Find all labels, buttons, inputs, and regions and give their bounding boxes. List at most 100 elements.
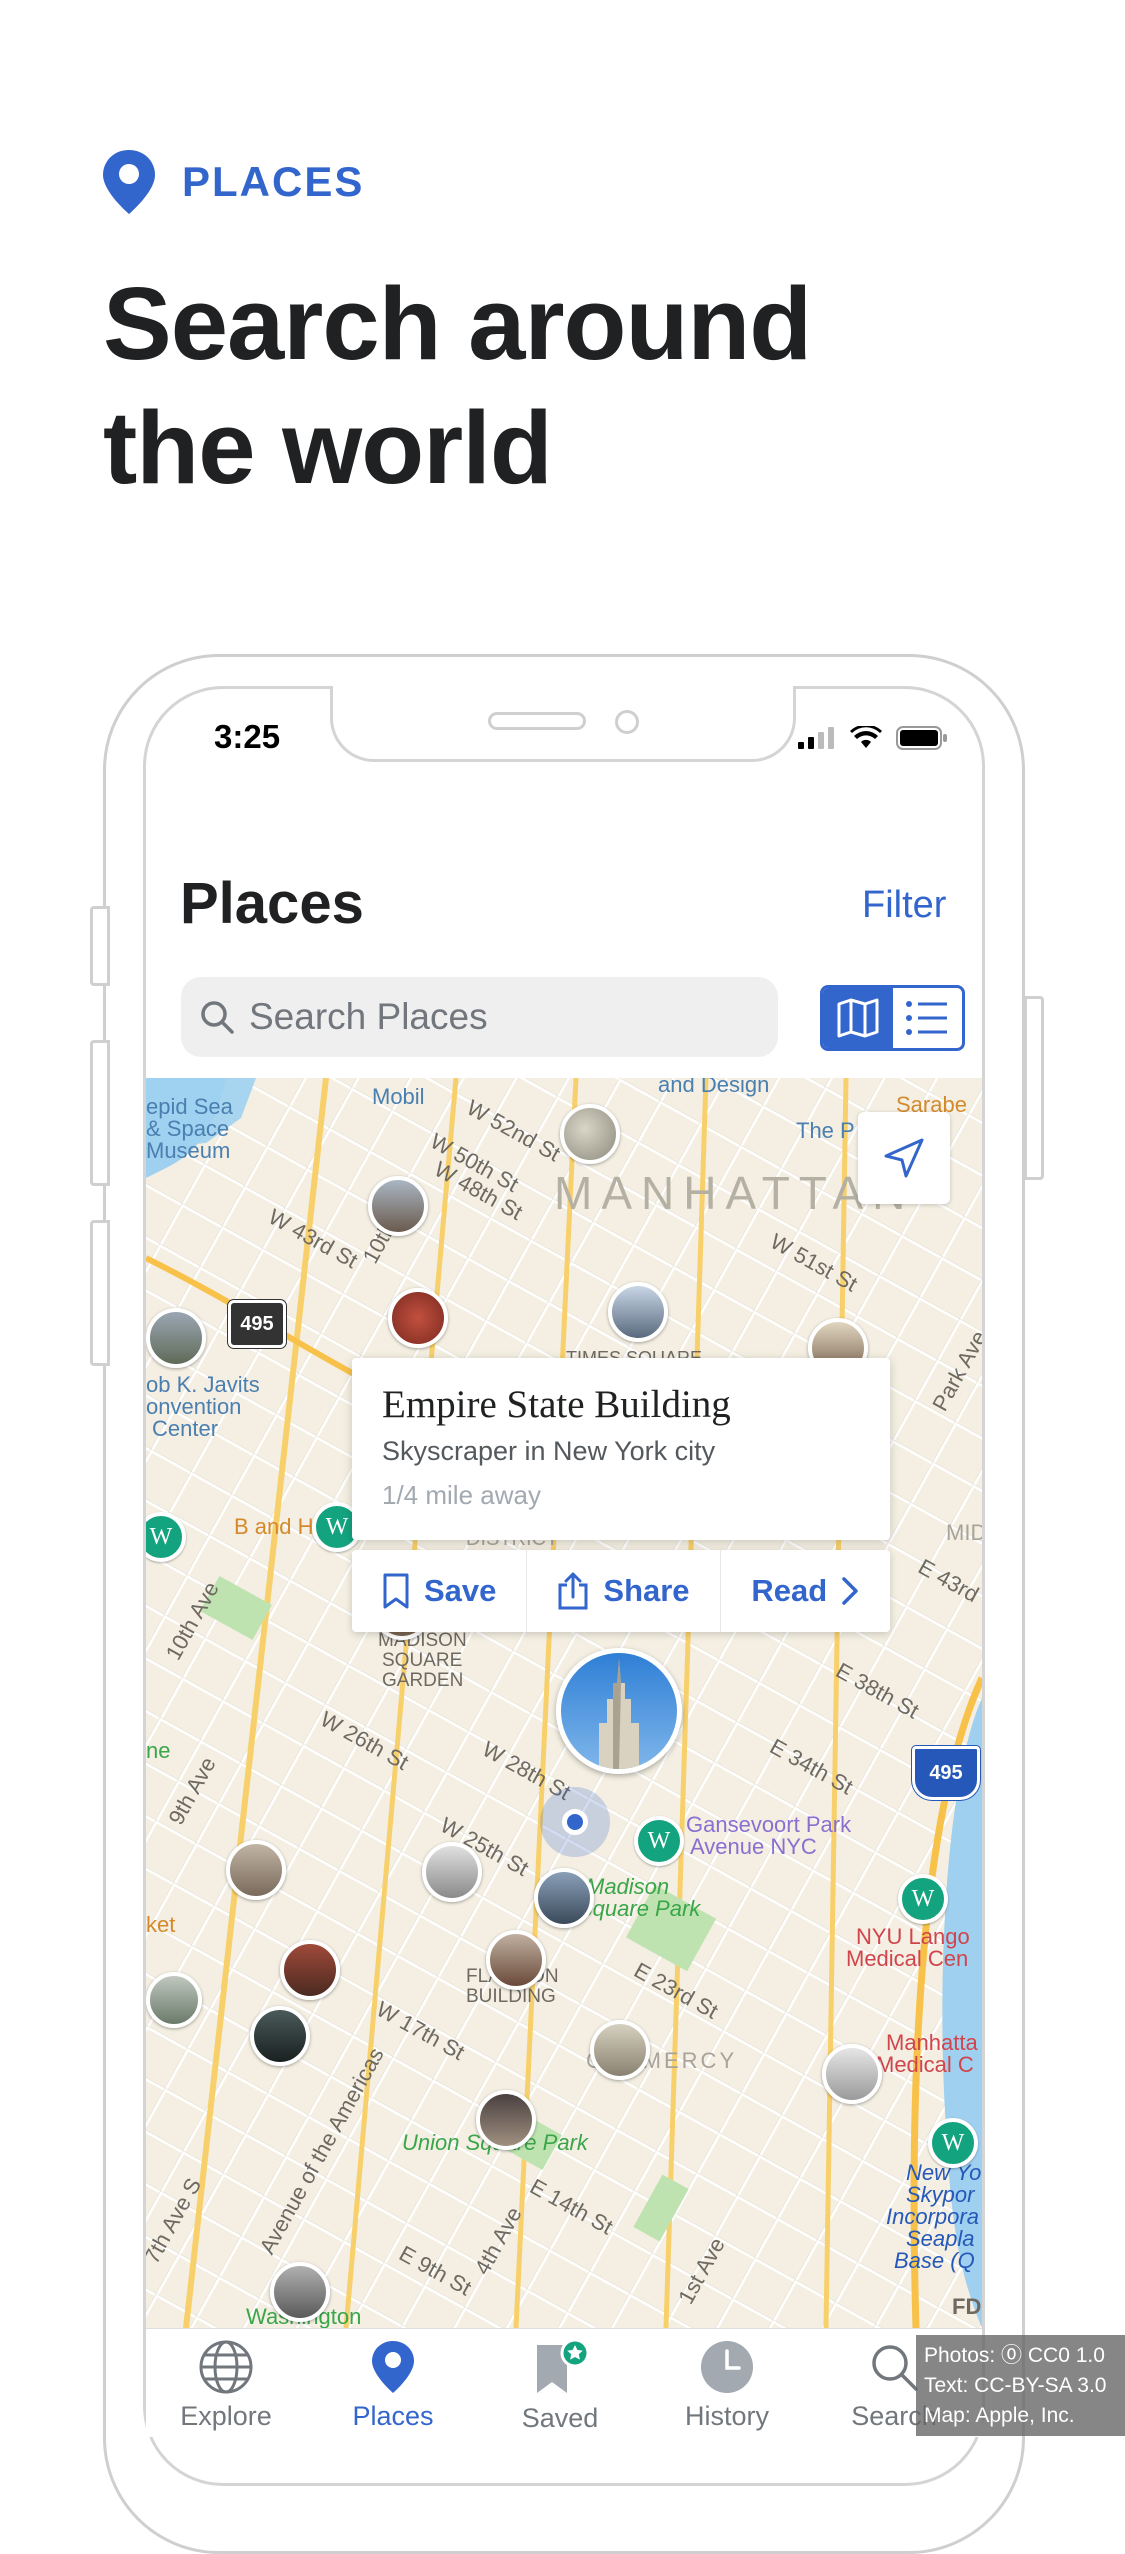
hero-eyebrow-label: PLACES xyxy=(182,158,365,205)
map-pin-icon xyxy=(100,148,158,216)
interstate-495-shield: 495 xyxy=(912,1746,980,1800)
bookmark-icon xyxy=(383,1573,409,1609)
search-bar[interactable] xyxy=(181,977,778,1057)
tab-places[interactable]: Places xyxy=(313,2339,473,2432)
share-icon xyxy=(558,1572,588,1610)
hero-title: Search around the world xyxy=(103,262,812,510)
volume-up-button xyxy=(90,1040,110,1186)
place-photo-pin[interactable] xyxy=(476,2090,536,2150)
selected-place-pin[interactable] xyxy=(556,1648,682,1774)
place-photo-pin[interactable] xyxy=(822,2044,882,2104)
place-description: Skyscraper in New York city xyxy=(382,1436,716,1466)
place-photo-pin[interactable] xyxy=(422,1842,482,1902)
user-location-dot xyxy=(540,1787,610,1857)
map-label: Square Park xyxy=(578,1896,701,1921)
filter-button[interactable]: Filter xyxy=(862,884,946,927)
photo-credit: Photos: ⓪ CC0 1.0 xyxy=(924,2344,1105,2367)
search-icon xyxy=(201,1001,234,1034)
route-495-shield: 495 xyxy=(228,1300,286,1348)
wikipedia-pin[interactable]: W xyxy=(928,2118,978,2168)
map-label: ne xyxy=(146,1738,171,1763)
view-toggle[interactable] xyxy=(820,985,965,1051)
tab-saved[interactable]: Saved xyxy=(480,2339,640,2434)
place-photo-pin[interactable] xyxy=(388,1288,448,1348)
share-button[interactable]: Share xyxy=(527,1550,721,1632)
place-photo-pin[interactable] xyxy=(250,2006,310,2066)
globe-icon xyxy=(199,2340,253,2394)
clock-icon xyxy=(701,2341,753,2393)
power-button xyxy=(1024,996,1044,1180)
map-pin-icon xyxy=(372,2341,414,2393)
place-title: Empire State Building xyxy=(382,1383,731,1426)
tab-label: Explore xyxy=(180,2401,272,2431)
map-icon xyxy=(837,998,879,1038)
save-label: Save xyxy=(423,1573,497,1608)
map-label: Base (Q xyxy=(894,2248,975,2273)
status-time: 3:25 xyxy=(214,718,281,755)
page-title: Places xyxy=(180,871,364,936)
place-photo-pin[interactable] xyxy=(368,1176,428,1236)
hero-title-line1: Search around xyxy=(103,266,812,381)
read-label: Read xyxy=(751,1573,828,1608)
map-label: Museum xyxy=(146,1138,231,1163)
place-photo-pin[interactable] xyxy=(590,2020,650,2080)
place-photo-pin[interactable] xyxy=(226,1840,286,1900)
locate-me-button[interactable] xyxy=(858,1112,950,1204)
wikipedia-pin[interactable]: W xyxy=(898,1874,948,1924)
map-label: Mobil xyxy=(372,1084,425,1109)
place-photo-pin[interactable] xyxy=(280,1940,340,2000)
list-view-button[interactable] xyxy=(893,988,963,1048)
place-photo-pin[interactable] xyxy=(146,1308,206,1368)
read-button[interactable]: Read xyxy=(721,1550,890,1632)
status-icons xyxy=(798,726,948,750)
map-label: B and H xyxy=(234,1514,314,1539)
map-label: The P xyxy=(796,1118,855,1143)
search-input[interactable] xyxy=(247,995,731,1039)
cellular-signal-icon xyxy=(798,727,834,749)
wifi-icon xyxy=(850,726,882,748)
map-label: and Design xyxy=(658,1078,770,1097)
wikipedia-pin[interactable]: W xyxy=(634,1816,684,1866)
map-label: Center xyxy=(152,1416,219,1441)
place-photo-pin[interactable] xyxy=(560,1104,620,1164)
map-credit: Map: Apple, Inc. xyxy=(924,2404,1075,2427)
image-credits: Photos: ⓪ CC0 1.0 Text: CC-BY-SA 3.0 Map… xyxy=(916,2335,1125,2436)
map-label: Avenue NYC xyxy=(690,1834,817,1859)
map-label: GARDEN xyxy=(382,1670,464,1691)
save-button[interactable]: Save xyxy=(352,1550,528,1632)
tab-history[interactable]: History xyxy=(647,2339,807,2432)
mute-switch xyxy=(90,906,110,986)
location-arrow-icon xyxy=(884,1138,924,1178)
hero-title-line2: the world xyxy=(103,390,553,505)
place-photo-pin[interactable] xyxy=(608,1282,668,1342)
map-label: SQUARE xyxy=(382,1650,463,1671)
tab-bar: Explore Places Saved History Search xyxy=(146,2328,982,2437)
map-label: Medical C xyxy=(876,2052,974,2077)
search-icon xyxy=(872,2345,918,2391)
battery-icon xyxy=(896,726,947,750)
list-icon xyxy=(906,1001,948,1035)
text-credit: Text: CC-BY-SA 3.0 xyxy=(924,2374,1107,2397)
place-card-actions: Save Share Read xyxy=(352,1550,890,1632)
place-distance: 1/4 mile away xyxy=(382,1480,541,1510)
tab-label: Saved xyxy=(521,2403,599,2433)
place-photo-pin[interactable] xyxy=(270,2262,330,2322)
tab-label: Places xyxy=(352,2401,434,2431)
empire-state-photo xyxy=(561,1653,677,1769)
map-view-button[interactable] xyxy=(823,988,893,1048)
map-label: MIDTO xyxy=(946,1520,982,1545)
speaker-grille xyxy=(488,712,586,730)
map-label: ket xyxy=(146,1912,176,1937)
share-label: Share xyxy=(603,1573,690,1608)
tab-explore[interactable]: Explore xyxy=(146,2339,306,2432)
front-camera xyxy=(615,710,639,734)
place-photo-pin[interactable] xyxy=(486,1930,546,1990)
place-preview-card[interactable]: Empire State Building Skyscraper in New … xyxy=(352,1358,890,1540)
volume-down-button xyxy=(90,1220,110,1366)
map-label: FD xyxy=(952,2294,982,2319)
tab-label: History xyxy=(684,2401,769,2431)
place-photo-pin[interactable] xyxy=(534,1868,594,1928)
place-photo-pin[interactable] xyxy=(146,1972,202,2028)
bookmark-star-icon xyxy=(537,2339,590,2393)
hero-eyebrow: PLACES xyxy=(100,148,364,216)
